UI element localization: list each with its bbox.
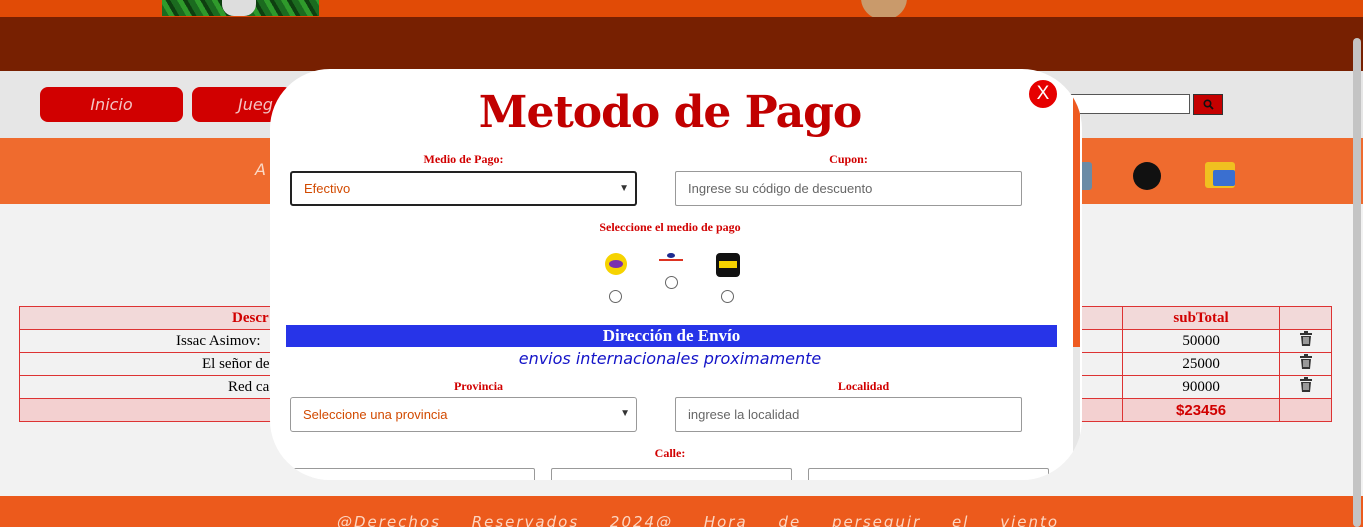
row-subtotal: 90000 bbox=[1122, 375, 1281, 399]
payment-radio-westernunion[interactable] bbox=[721, 290, 734, 303]
numero-input[interactable] bbox=[551, 468, 792, 480]
trash-icon bbox=[1299, 354, 1312, 369]
search-icon bbox=[1202, 99, 1214, 110]
provincia-select[interactable]: Seleccione una provincia ▼ bbox=[290, 397, 637, 432]
credit-card-icon bbox=[1205, 162, 1235, 188]
header-bar bbox=[0, 17, 1363, 71]
provincia-select-value: Seleccione una provincia bbox=[303, 407, 448, 422]
band-text: A bbox=[255, 160, 268, 179]
cupon-placeholder: Ingrese su código de descuento bbox=[688, 181, 873, 196]
nav-inicio-button[interactable]: Inicio bbox=[40, 87, 183, 122]
localidad-input[interactable]: ingrese la localidad bbox=[675, 397, 1022, 432]
shipping-header: Dirección de Envío bbox=[286, 325, 1057, 347]
calle-label: Calle: bbox=[654, 446, 686, 460]
western-union-icon bbox=[716, 253, 740, 277]
medio-label: Medio de Pago: bbox=[423, 152, 504, 166]
modal-title: Metodo de Pago bbox=[478, 87, 862, 138]
provincia-label: Provincia bbox=[453, 379, 504, 393]
delete-row-button[interactable] bbox=[1279, 329, 1332, 353]
cupon-label: Cupon: bbox=[829, 152, 868, 166]
payment-radio-rapipago[interactable] bbox=[665, 276, 678, 289]
page-scrollbar[interactable] bbox=[1353, 38, 1361, 527]
header-subtotal: subTotal bbox=[1122, 306, 1281, 330]
total-spacer-end bbox=[1279, 398, 1332, 422]
localidad-label: Localidad bbox=[837, 379, 890, 393]
payment-modal: Metodo de Pago X Medio de Pago: Efectivo… bbox=[270, 69, 1082, 480]
rapipago-logo-icon bbox=[659, 253, 683, 263]
select-payment-label: Seleccione el medio de pago bbox=[599, 220, 741, 234]
medio-de-pago-select[interactable]: Efectivo ▼ bbox=[290, 171, 637, 206]
chevron-down-icon: ▼ bbox=[620, 408, 630, 419]
payment-radio-pagofacil[interactable] bbox=[609, 290, 622, 303]
row-subtotal: 25000 bbox=[1122, 352, 1281, 376]
trash-icon bbox=[1299, 377, 1312, 392]
piso-input[interactable] bbox=[808, 468, 1049, 480]
search-input[interactable] bbox=[1062, 94, 1190, 114]
calle-input[interactable] bbox=[290, 468, 535, 480]
banner-image bbox=[162, 0, 319, 16]
medio-select-value: Efectivo bbox=[304, 181, 351, 196]
pago-facil-logo-icon bbox=[605, 253, 627, 275]
mastercard-icon bbox=[1133, 162, 1161, 190]
chevron-down-icon: ▼ bbox=[619, 183, 629, 194]
total-value: $23456 bbox=[1122, 398, 1281, 422]
footer-text: @Derechos Reservados 2024@ Hora de perse… bbox=[337, 513, 1060, 527]
footer: @Derechos Reservados 2024@ Hora de perse… bbox=[0, 496, 1363, 527]
close-button[interactable]: X bbox=[1028, 79, 1058, 109]
trash-icon bbox=[1299, 331, 1312, 346]
payment-modal-content: Metodo de Pago X Medio de Pago: Efectivo… bbox=[270, 69, 1070, 480]
header-actions bbox=[1279, 306, 1332, 330]
shipping-note: envios internacionales proximamente bbox=[518, 349, 822, 368]
delete-row-button[interactable] bbox=[1279, 375, 1332, 399]
cupon-input[interactable]: Ingrese su código de descuento bbox=[675, 171, 1022, 206]
search-button[interactable] bbox=[1193, 94, 1223, 115]
modal-scrollbar-thumb[interactable] bbox=[1073, 69, 1080, 347]
row-subtotal: 50000 bbox=[1122, 329, 1281, 353]
delete-row-button[interactable] bbox=[1279, 352, 1332, 376]
localidad-placeholder: ingrese la localidad bbox=[688, 407, 800, 422]
